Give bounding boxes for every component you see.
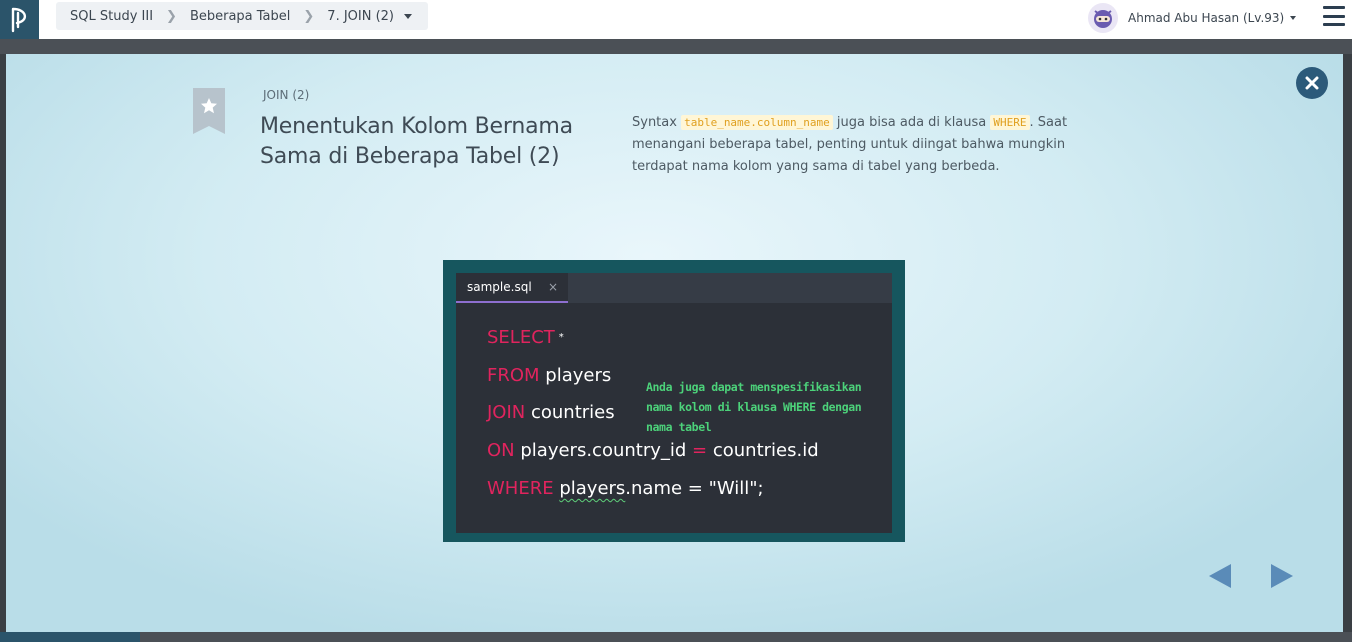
slide-description: Syntax table_name.column_name juga bisa …	[632, 112, 1112, 178]
code-editor: sample.sql × SELECT * FROM players JOIN c…	[456, 273, 892, 533]
breadcrumb: SQL Study III ❯ Beberapa Tabel ❯ 7. JOIN…	[56, 2, 429, 30]
sql-keyword: SELECT	[487, 327, 555, 348]
hamburger-menu-icon[interactable]	[1323, 6, 1345, 26]
close-button[interactable]	[1296, 67, 1328, 99]
editor-tab-bar: sample.sql ×	[456, 273, 892, 303]
code-token: .name = "Will";	[625, 477, 764, 499]
progate-logo[interactable]	[0, 0, 39, 39]
sql-keyword: ON	[487, 440, 515, 462]
desc-text: Syntax	[632, 115, 682, 130]
caret-down-icon	[404, 13, 413, 19]
ninja-avatar-icon	[1094, 10, 1112, 28]
breadcrumb-course[interactable]: SQL Study III	[70, 9, 153, 24]
tab-label: sample.sql	[467, 280, 532, 294]
user-menu[interactable]: Ahmad Abu Hasan (Lv.93)	[1088, 3, 1297, 33]
code-token: countries.id	[707, 440, 819, 462]
avatar	[1088, 3, 1118, 33]
inline-code: table_name.column_name	[681, 115, 833, 130]
code-line: WHERE players.name = "Will";	[487, 476, 819, 514]
code-line: ON players.country_id = countries.id	[487, 438, 819, 476]
code-annotation: Anda juga dapat menspesifikasikan nama k…	[646, 380, 862, 434]
top-navigation-bar: SQL Study III ❯ Beberapa Tabel ❯ 7. JOIN…	[0, 0, 1352, 39]
tab-close-icon: ×	[547, 280, 558, 294]
code-token: players	[539, 364, 612, 386]
bookmark-icon[interactable]	[192, 88, 226, 134]
close-icon	[1305, 76, 1319, 90]
next-slide-arrow-icon[interactable]	[1271, 564, 1293, 588]
backdrop	[0, 632, 140, 642]
desc-text: juga bisa ada di klausa	[832, 115, 991, 130]
code-token: *	[558, 332, 564, 343]
slide-chapter-label: JOIN (2)	[263, 88, 310, 102]
sql-keyword: FROM	[487, 364, 540, 386]
sql-keyword: JOIN	[487, 402, 526, 424]
code-illustration: sample.sql × SELECT * FROM players JOIN c…	[443, 260, 905, 542]
breadcrumb-lesson-dropdown[interactable]: 7. JOIN (2)	[327, 8, 413, 24]
code-line: SELECT *	[487, 325, 819, 363]
sql-keyword: WHERE	[487, 477, 554, 499]
sql-operator: =	[692, 440, 708, 462]
editor-tab: sample.sql ×	[456, 273, 568, 303]
chevron-right-icon: ❯	[166, 8, 177, 24]
caret-down-icon	[1290, 16, 1297, 20]
logo-icon	[11, 7, 26, 32]
slide-title: Menentukan Kolom Bernama Sama di Beberap…	[260, 114, 573, 169]
code-token: countries	[525, 402, 615, 424]
code-token: players.country_id	[514, 440, 693, 462]
breadcrumb-chapter[interactable]: Beberapa Tabel	[190, 9, 290, 24]
backdrop	[0, 39, 1352, 54]
highlighted-table-name: players	[559, 477, 626, 499]
breadcrumb-lesson-label: 7. JOIN (2)	[327, 8, 395, 24]
inline-code: WHERE	[990, 115, 1030, 130]
user-name: Ahmad Abu Hasan (Lv.93)	[1128, 11, 1285, 25]
backdrop	[0, 632, 1352, 642]
previous-slide-arrow-icon[interactable]	[1209, 564, 1231, 588]
chevron-right-icon: ❯	[303, 8, 315, 24]
slide-modal: JOIN (2) Menentukan Kolom Bernama Sama d…	[6, 54, 1343, 632]
